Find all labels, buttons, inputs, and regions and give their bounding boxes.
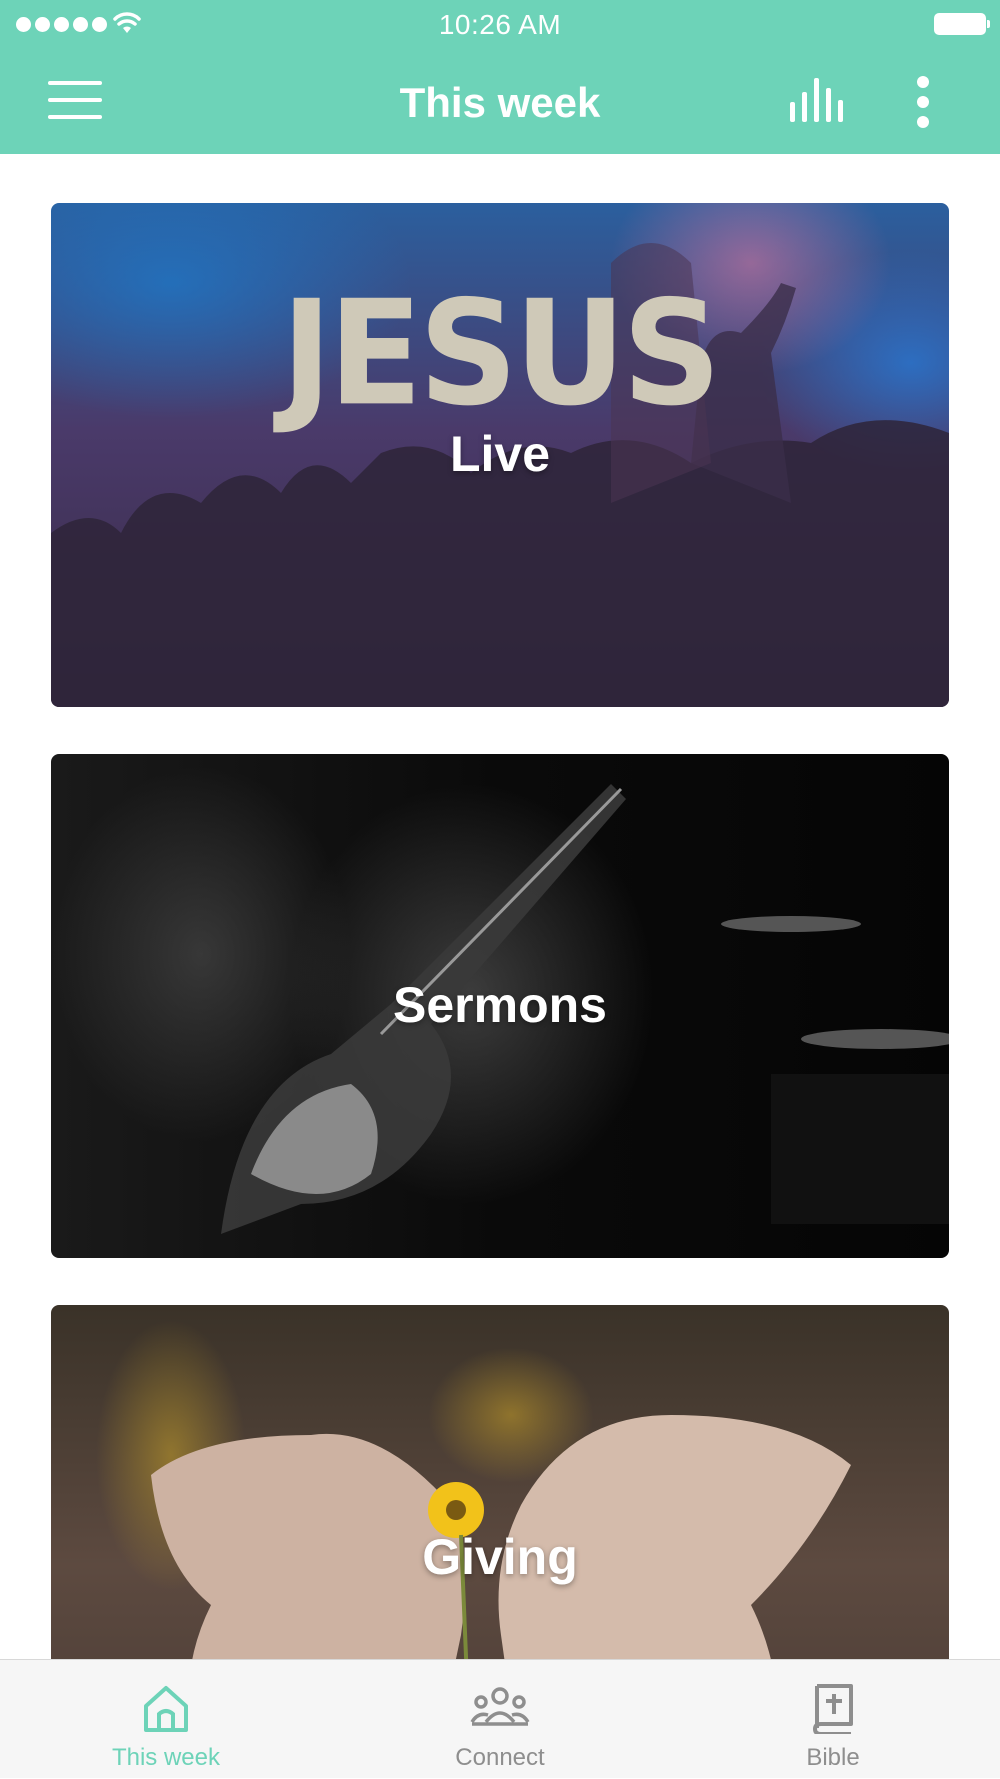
tab-this-week[interactable]: This week [66,1660,266,1779]
image-text-jesus: JESUS [281,268,721,439]
status-bar: 10:26 AM [0,0,1000,50]
home-icon [144,1686,188,1732]
battery-icon [934,13,990,35]
tab-bible[interactable]: Bible [733,1660,933,1779]
header: This week [0,50,1000,154]
tab-this-week-label: This week [111,1744,221,1771]
sermons-card[interactable]: Sermons [51,754,949,1258]
page-title: This week [399,79,601,126]
tab-connect-label: Connect [455,1744,545,1771]
more-vertical-icon[interactable] [913,76,933,132]
live-card-label: Live [449,426,551,482]
sermons-card-label: Sermons [393,977,607,1033]
giving-card-label: Giving [422,1529,578,1585]
status-time: 10:26 AM [438,9,562,40]
bar-chart-icon[interactable] [790,78,846,122]
people-icon [470,1687,530,1726]
bottom-tab-bar: This week Connect Bible [0,1659,1000,1778]
live-card[interactable]: JESUS Live [51,203,949,707]
bible-icon [813,1684,853,1734]
tab-bible-label: Bible [806,1744,860,1771]
tab-connect[interactable]: Connect [400,1660,600,1779]
